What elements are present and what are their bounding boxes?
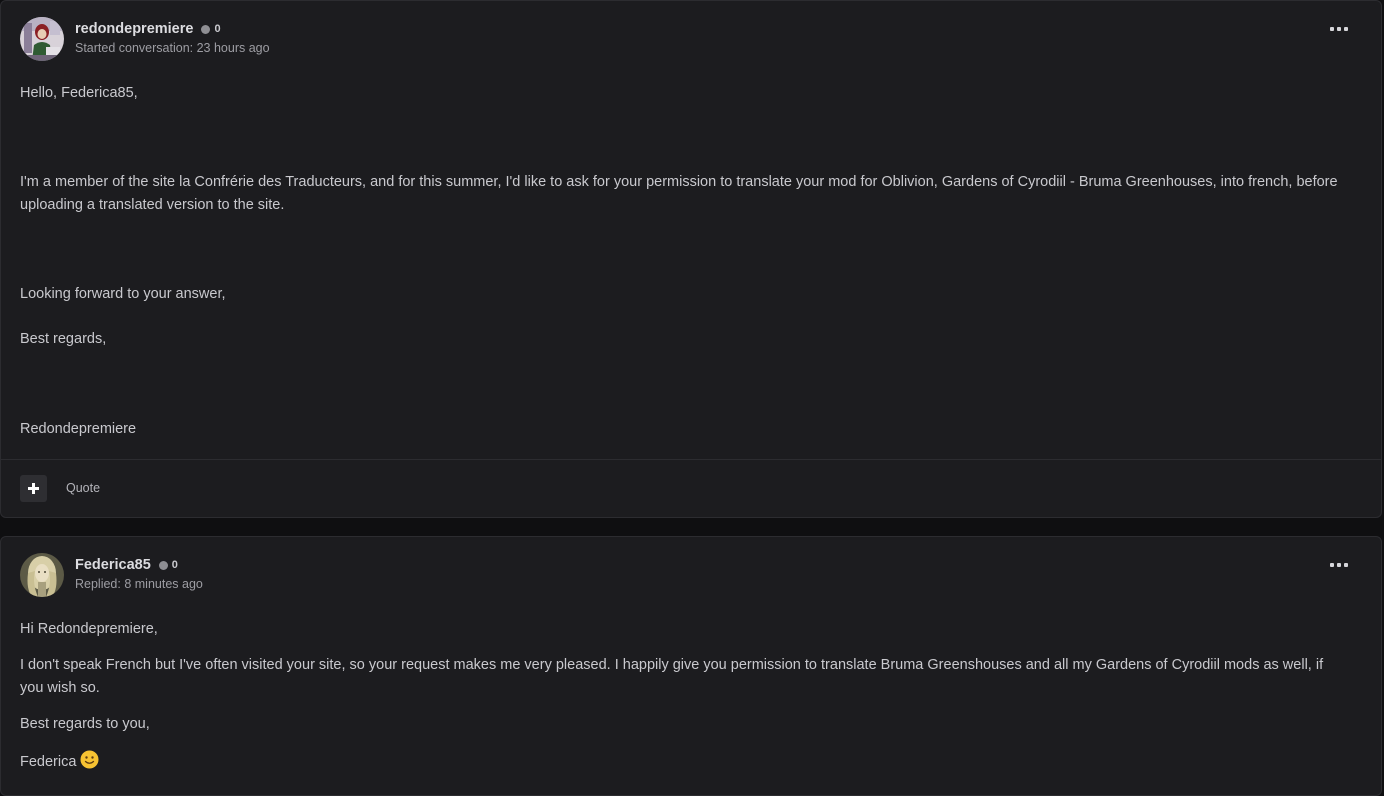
avatar[interactable] — [20, 17, 64, 61]
post-header: Federica85 0 Replied: 8 minutes ago — [20, 553, 1381, 599]
author-name[interactable]: redondepremiere — [75, 21, 193, 37]
ellipsis-icon[interactable] — [1330, 23, 1348, 35]
footer-divider — [1, 459, 1381, 460]
author-block: Federica85 0 Replied: 8 minutes ago — [75, 555, 203, 591]
ellipsis-icon[interactable] — [1330, 559, 1348, 571]
signature-text: Federica — [20, 754, 77, 770]
message-post: Federica85 0 Replied: 8 minutes ago Hi R… — [0, 536, 1382, 796]
plus-icon — [28, 483, 39, 494]
post-paragraph: I don't speak French but I've often visi… — [20, 657, 1324, 696]
post-paragraph: Best regards, — [20, 331, 107, 347]
post-paragraph: Redondepremiere — [20, 421, 137, 437]
reputation-dot-icon — [201, 24, 211, 34]
message-post: redondepremiere 0 Started conversation: … — [0, 0, 1382, 518]
post-paragraph: Looking forward to your answer, — [20, 286, 226, 302]
post-signature: Federica — [20, 750, 1341, 777]
reputation-count: 0 — [214, 23, 221, 35]
post-paragraph: Hi Redondepremiere, — [20, 621, 158, 637]
reputation-dot-icon — [158, 560, 168, 570]
reputation-badge[interactable]: 0 — [158, 559, 178, 571]
reputation-count: 0 — [171, 559, 178, 571]
post-paragraph: I'm a member of the site la Confrérie de… — [20, 174, 1338, 213]
add-multiquote-button[interactable] — [20, 475, 47, 502]
post-paragraph: Hello, Federica85, — [20, 85, 138, 101]
author-block: redondepremiere 0 Started conversation: … — [75, 19, 270, 55]
quote-button[interactable]: Quote — [66, 481, 100, 495]
post-paragraph: Best regards to you, — [20, 716, 150, 732]
avatar[interactable] — [20, 553, 64, 597]
post-meta: Replied: 8 minutes ago — [75, 577, 203, 591]
post-header: redondepremiere 0 Started conversation: … — [20, 17, 1381, 63]
post-meta: Started conversation: 23 hours ago — [75, 41, 270, 55]
reputation-badge[interactable]: 0 — [201, 23, 221, 35]
slightly-smiling-face-icon — [80, 750, 99, 777]
author-name[interactable]: Federica85 — [75, 557, 151, 573]
